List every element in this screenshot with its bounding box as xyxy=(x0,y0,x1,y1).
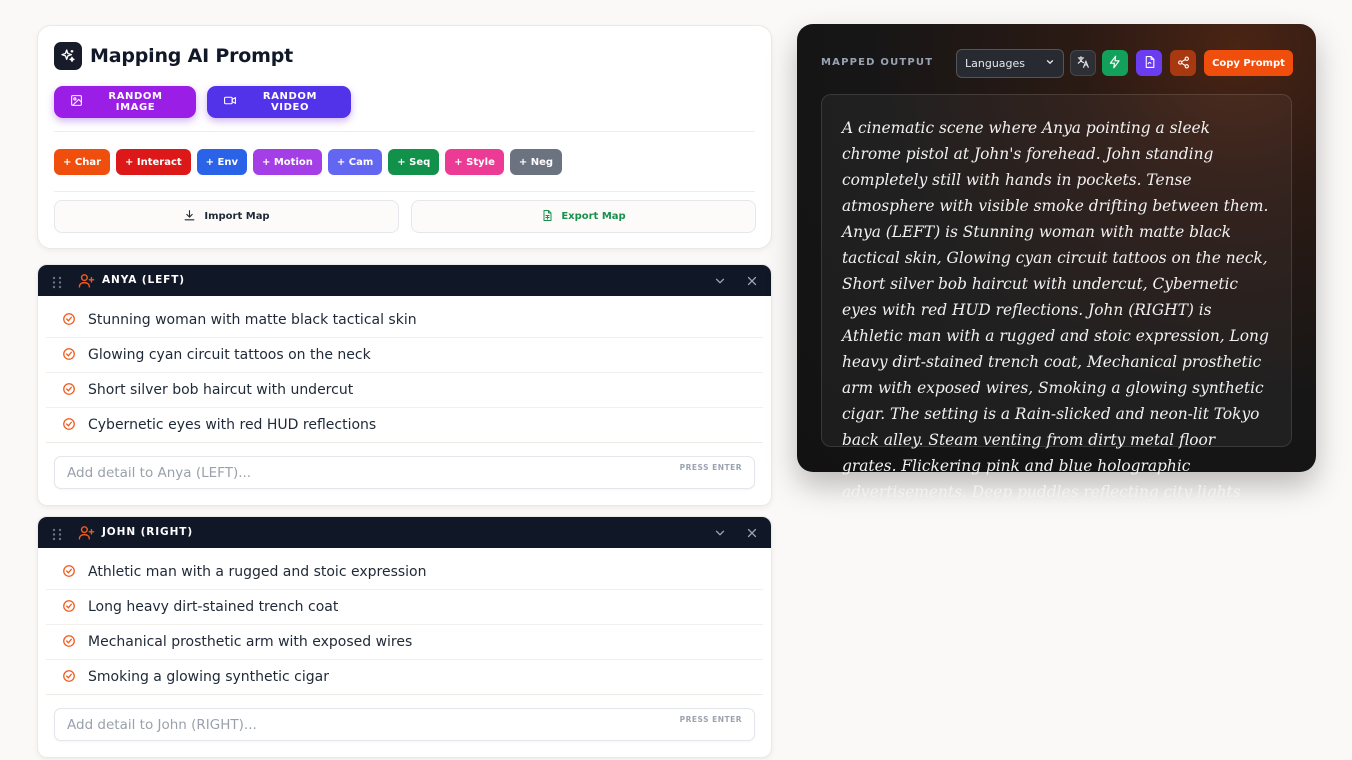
random-video-button[interactable]: RANDOM VIDEO xyxy=(207,86,351,118)
add-detail-input[interactable] xyxy=(55,709,754,740)
detail-item[interactable]: Stunning woman with matte black tactical… xyxy=(46,303,763,338)
close-icon[interactable] xyxy=(745,273,759,292)
sparkles-icon xyxy=(54,42,82,70)
copy-prompt-button[interactable]: Copy Prompt xyxy=(1204,50,1293,76)
add-detail-field: PRESS ENTER xyxy=(54,708,755,741)
title-row: Mapping AI Prompt xyxy=(54,42,293,70)
character-header: JOHN (RIGHT) xyxy=(38,517,771,548)
mapped-prompt-text: A cinematic scene where Anya pointing a … xyxy=(842,119,1269,501)
export-pdf-button[interactable] xyxy=(1136,50,1162,76)
detail-list: Stunning woman with matte black tactical… xyxy=(38,296,771,443)
detail-text: Glowing cyan circuit tattoos on the neck xyxy=(88,347,371,363)
output-label: MAPPED OUTPUT xyxy=(821,57,934,68)
chevron-down-icon[interactable] xyxy=(713,273,727,292)
character-card-anya: ANYA (LEFT) Stunning woman with matte bl… xyxy=(37,264,772,506)
detail-text: Smoking a glowing synthetic cigar xyxy=(88,669,329,685)
detail-text: Mechanical prosthetic arm with exposed w… xyxy=(88,634,413,650)
chevron-down-icon xyxy=(1045,57,1055,70)
random-button-row: RANDOM IMAGE RANDOM VIDEO xyxy=(54,86,351,118)
character-header: ANYA (LEFT) xyxy=(38,265,771,296)
language-select-value: Languages xyxy=(965,57,1026,70)
import-map-button[interactable]: Import Map xyxy=(54,200,399,233)
detail-item[interactable]: Cybernetic eyes with red HUD reflections xyxy=(46,408,763,443)
add-char-chip[interactable]: + Char xyxy=(54,149,110,175)
output-text-box: A cinematic scene where Anya pointing a … xyxy=(821,94,1292,501)
divider xyxy=(54,131,755,132)
press-enter-hint: PRESS ENTER xyxy=(679,715,742,724)
import-map-label: Import Map xyxy=(204,211,270,222)
add-neg-chip[interactable]: + Neg xyxy=(509,149,563,175)
detail-item[interactable]: Short silver bob haircut with undercut xyxy=(46,373,763,408)
random-image-label: RANDOM IMAGE xyxy=(108,91,163,113)
character-name: JOHN (RIGHT) xyxy=(102,526,194,538)
download-icon xyxy=(183,209,196,225)
check-circle-icon xyxy=(62,563,76,582)
check-circle-icon xyxy=(62,346,76,365)
check-circle-icon xyxy=(62,311,76,330)
video-camera-icon xyxy=(223,94,237,110)
press-enter-hint: PRESS ENTER xyxy=(679,463,742,472)
share-button[interactable] xyxy=(1170,50,1196,76)
add-block-chips: + Char + Interact + Env + Motion + Cam +… xyxy=(54,149,563,175)
export-map-label: Export Map xyxy=(561,211,626,222)
detail-text: Long heavy dirt-stained trench coat xyxy=(88,599,339,615)
grip-vertical-icon[interactable] xyxy=(52,274,62,293)
enhance-button[interactable] xyxy=(1102,50,1128,76)
translate-icon xyxy=(1076,54,1090,73)
user-plus-icon xyxy=(78,524,95,545)
check-circle-icon xyxy=(62,381,76,400)
character-card-john: JOHN (RIGHT) Athletic man with a rugged … xyxy=(37,516,772,758)
import-export-row: Import Map Export Map xyxy=(54,200,756,233)
add-motion-chip[interactable]: + Motion xyxy=(253,149,322,175)
detail-text: Short silver bob haircut with undercut xyxy=(88,382,354,398)
add-detail-input[interactable] xyxy=(55,457,754,488)
lightning-icon xyxy=(1108,54,1122,73)
language-select[interactable]: Languages xyxy=(956,49,1064,78)
pdf-file-icon xyxy=(1143,54,1156,73)
add-detail-field: PRESS ENTER xyxy=(54,456,755,489)
add-style-chip[interactable]: + Style xyxy=(445,149,504,175)
app-title: Mapping AI Prompt xyxy=(90,45,294,67)
share-icon xyxy=(1177,54,1190,73)
spreadsheet-file-icon xyxy=(541,209,553,225)
detail-item[interactable]: Athletic man with a rugged and stoic exp… xyxy=(46,555,763,590)
detail-list: Athletic man with a rugged and stoic exp… xyxy=(38,548,771,695)
detail-item[interactable]: Smoking a glowing synthetic cigar xyxy=(46,660,763,695)
character-name: ANYA (LEFT) xyxy=(102,274,185,286)
check-circle-icon xyxy=(62,668,76,687)
chevron-down-icon[interactable] xyxy=(713,525,727,544)
grip-vertical-icon[interactable] xyxy=(52,526,62,545)
mapped-output-panel: MAPPED OUTPUT Languages Copy Prompt A ci… xyxy=(797,24,1316,501)
add-interact-chip[interactable]: + Interact xyxy=(116,149,191,175)
add-env-chip[interactable]: + Env xyxy=(196,149,247,175)
detail-item[interactable]: Mechanical prosthetic arm with exposed w… xyxy=(46,625,763,660)
check-circle-icon xyxy=(62,598,76,617)
random-image-button[interactable]: RANDOM IMAGE xyxy=(54,86,196,118)
image-icon xyxy=(70,94,83,110)
close-icon[interactable] xyxy=(745,525,759,544)
add-seq-chip[interactable]: + Seq xyxy=(388,149,440,175)
detail-text: Athletic man with a rugged and stoic exp… xyxy=(88,564,427,580)
user-plus-icon xyxy=(78,272,95,293)
check-circle-icon xyxy=(62,416,76,435)
translate-button[interactable] xyxy=(1070,50,1096,76)
detail-item[interactable]: Glowing cyan circuit tattoos on the neck xyxy=(46,338,763,373)
export-map-button[interactable]: Export Map xyxy=(411,200,756,233)
check-circle-icon xyxy=(62,633,76,652)
random-video-label: RANDOM VIDEO xyxy=(262,91,318,113)
detail-text: Stunning woman with matte black tactical… xyxy=(88,312,417,328)
detail-text: Cybernetic eyes with red HUD reflections xyxy=(88,417,377,433)
controls-card: Mapping AI Prompt RANDOM IMAGE RANDOM VI… xyxy=(37,25,772,249)
detail-item[interactable]: Long heavy dirt-stained trench coat xyxy=(46,590,763,625)
divider xyxy=(54,191,755,192)
add-cam-chip[interactable]: + Cam xyxy=(327,149,383,175)
